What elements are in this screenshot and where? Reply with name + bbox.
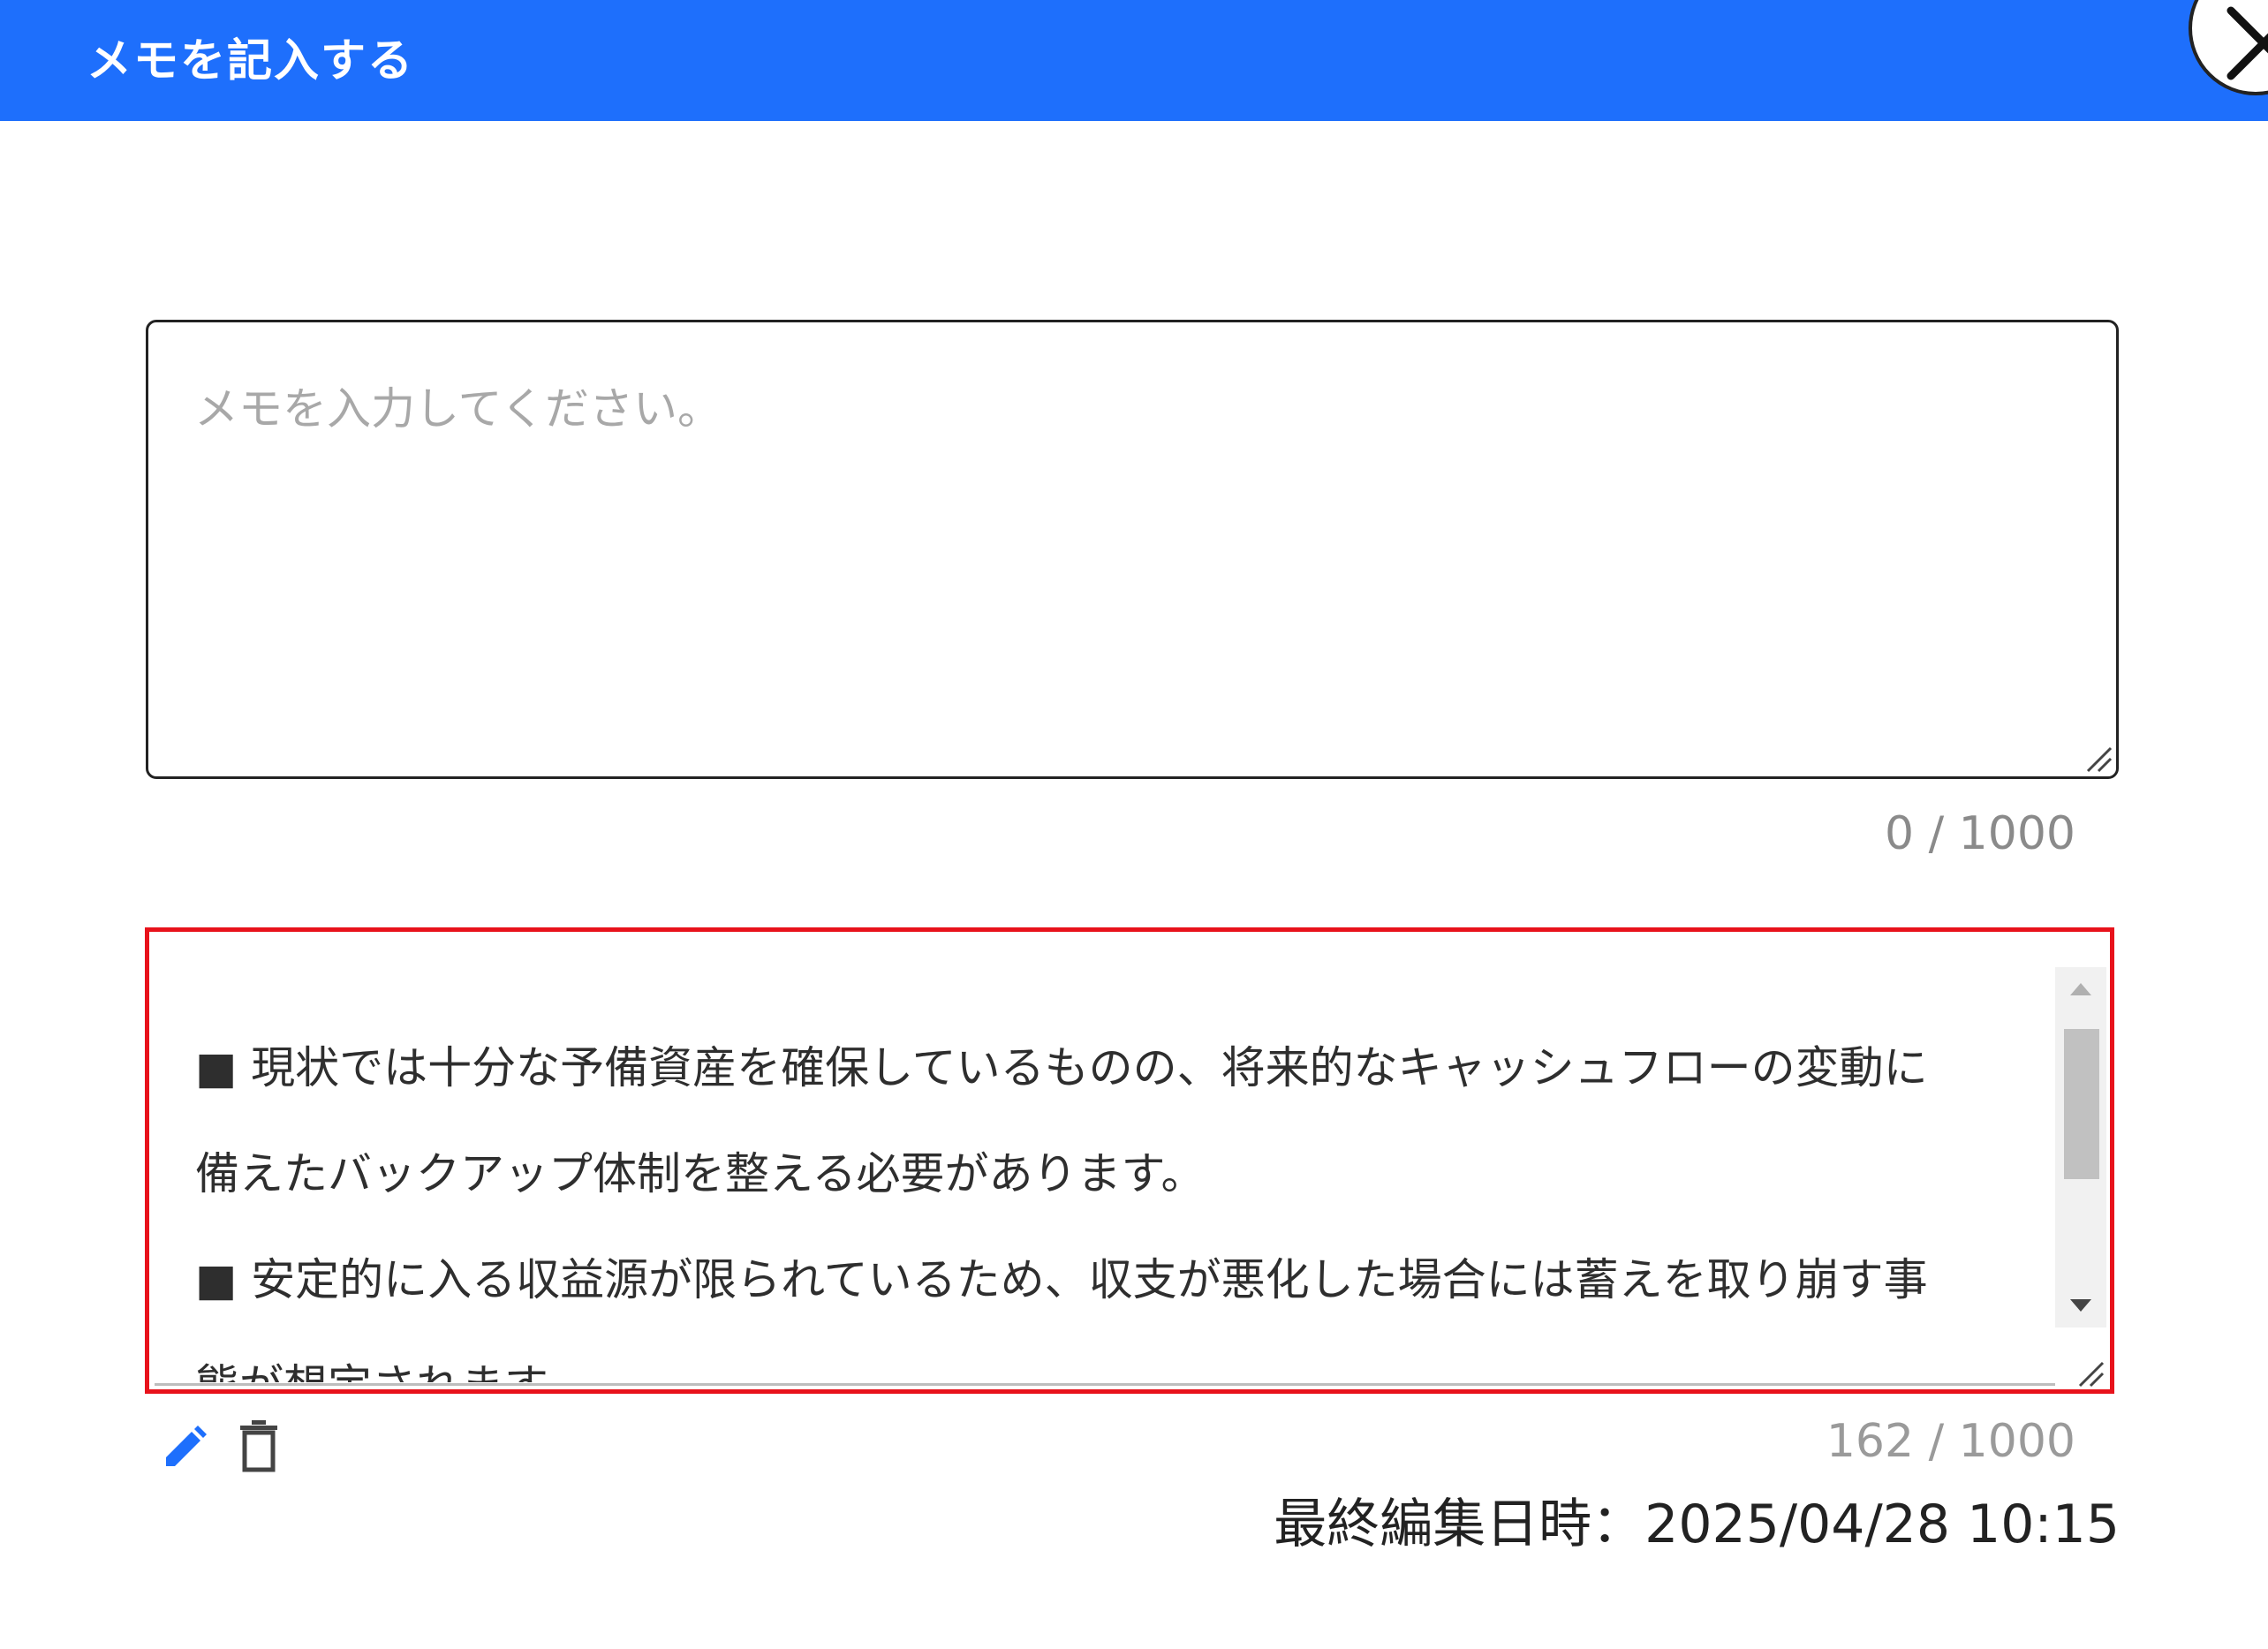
scroll-up-arrow-icon[interactable] [2055,967,2106,1011]
existing-memo-text[interactable]: ■ 現状では十分な予備資産を確保しているものの、将来的なキャッシュフローの変動に… [155,967,2053,1382]
dialog-title: メモを記入する [87,35,415,87]
close-icon [2226,6,2268,80]
memo-line: ■ 安定的に入る収益源が限られているため、収支が悪化した場合には蓄えを取り崩す事 [195,1254,1928,1305]
scroll-thumb[interactable] [2064,1029,2099,1179]
memo-line: 態が想定されます。 [195,1358,588,1382]
pencil-icon[interactable] [159,1420,212,1473]
existing-memo-char-counter: 162 / 1000 [1826,1415,2075,1468]
trash-icon[interactable] [237,1418,281,1473]
memo-line: ■ 現状では十分な予備資産を確保しているものの、将来的なキャッシュフローの変動に [195,1042,1928,1093]
dialog-header: メモを記入する [0,0,2268,121]
new-memo-textarea[interactable]: メモを入力してください。 [146,320,2119,779]
scroll-down-arrow-icon[interactable] [2055,1283,2106,1328]
memo-scrollbar[interactable] [2055,967,2106,1328]
last-edited-timestamp: 最終編集日時：2025/04/28 10:15 [1274,1494,2120,1555]
memo-line: 備えたバックアップ体制を整える必要があります。 [195,1148,1206,1199]
new-memo-char-counter: 0 / 1000 [1885,807,2075,860]
memo-divider [155,1383,2055,1386]
existing-memo-card[interactable]: ■ 現状では十分な予備資産を確保しているものの、将来的なキャッシュフローの変動に… [145,927,2114,1394]
resize-handle-icon[interactable] [2081,741,2113,773]
resize-handle-icon[interactable] [2055,1328,2106,1388]
memo-dialog: メモを記入する メモを入力してください。 0 / 1000 ■ 現状では十分な予… [0,0,2268,1649]
new-memo-placeholder: メモを入力してください。 [194,383,722,435]
